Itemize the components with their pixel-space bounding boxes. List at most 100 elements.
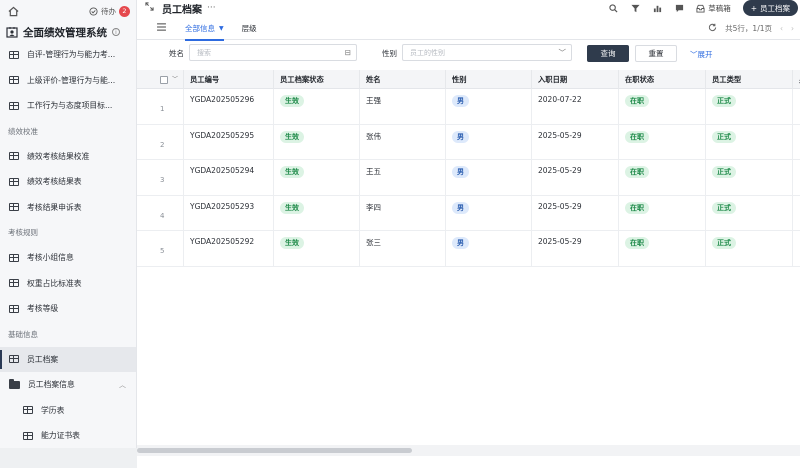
chart-icon[interactable] <box>652 3 662 13</box>
todo-button[interactable]: 待办 2 <box>89 5 130 17</box>
employee-type-badge: 正式 <box>712 201 736 214</box>
sidebar-item-superior-eval[interactable]: 上级评价-管理行为与能... <box>0 68 136 94</box>
gender-badge: 男 <box>452 95 469 107</box>
cell-status: 生效 <box>273 231 359 267</box>
cell-type: 正式 <box>705 89 792 125</box>
cell-status: 生效 <box>273 195 359 232</box>
next-page-icon[interactable]: › <box>791 24 794 33</box>
sidebar-item-calibration[interactable]: 绩效考核结果校准 <box>0 144 136 170</box>
sidebar-item-label: 权重占比标准表 <box>27 278 82 288</box>
search-icon[interactable] <box>608 3 618 13</box>
status-badge: 生效 <box>280 130 304 143</box>
column-header[interactable]: 在职状态 <box>618 70 705 89</box>
cell-gender: 男 <box>445 89 531 125</box>
sidebar-item-groups[interactable]: 考核小组信息 <box>0 245 136 271</box>
cell-id: YGDA202505293 <box>183 195 273 232</box>
status-badge: 生效 <box>280 95 304 107</box>
sidebar-item-label: 绩效考核结果表 <box>27 177 82 187</box>
tab-hierarchy[interactable]: 层级 <box>242 17 257 40</box>
refresh-icon[interactable] <box>708 23 717 34</box>
employee-name: 王强 <box>366 96 381 105</box>
row-number: 2 <box>160 140 165 149</box>
sidebar-item-appeals[interactable]: 考核结果申诉表 <box>0 195 136 221</box>
sidebar-item-employee-files[interactable]: 员工档案 <box>0 346 136 372</box>
sidebar-item-label: 绩效考核结果校准 <box>27 151 90 161</box>
cell-job-status: 在职 <box>618 195 705 232</box>
info-icon[interactable]: i <box>112 28 120 36</box>
job-status-badge: 在职 <box>625 166 649 179</box>
add-employee-file-button[interactable]: + 员工档案 <box>742 0 798 16</box>
cell-status: 生效 <box>273 124 359 161</box>
prev-page-icon[interactable]: ‹ <box>780 24 783 33</box>
column-header[interactable]: 员工档案状态 <box>273 70 359 89</box>
page-header: 员工档案 ··· 草稿箱 + 员工档案 <box>137 0 800 16</box>
add-button-label: 员工档案 <box>760 3 790 13</box>
column-header[interactable]: 员工类型 <box>705 70 792 89</box>
todo-count-badge: 2 <box>119 5 130 17</box>
folder-icon <box>9 378 20 389</box>
select-all-checkbox[interactable] <box>160 76 168 84</box>
horizontal-scrollbar[interactable] <box>137 445 800 456</box>
todo-label: 待办 <box>101 6 116 16</box>
cell-date: 2025-05-29 <box>531 231 618 267</box>
table-icon <box>9 101 19 110</box>
column-header[interactable]: 入职日期 <box>531 70 618 89</box>
job-status-badge: 在职 <box>625 201 649 214</box>
sidebar-item-education[interactable]: 学历表 <box>0 398 136 424</box>
scrollbar-thumb[interactable] <box>137 448 412 453</box>
row-number: 3 <box>160 176 165 185</box>
table-row[interactable]: 3 YGDA202505294 生效 王五 男 2025-05-29 在职 正式 <box>137 160 800 196</box>
expand-icon[interactable] <box>145 2 157 14</box>
hire-date: 2025-05-29 <box>538 237 582 247</box>
job-status-badge: 在职 <box>625 95 649 107</box>
sidebar-item-self-eval[interactable]: 自评-管理行为与能力考... <box>0 42 136 68</box>
sidebar-item-behavior-goals[interactable]: 工作行为与态度项目标... <box>0 93 136 119</box>
cell-status: 生效 <box>273 89 359 125</box>
employee-id: YGDA202505294 <box>190 166 255 176</box>
column-header[interactable]: 姓名 <box>359 70 445 89</box>
status-badge: 生效 <box>280 166 304 179</box>
sidebar-item-results[interactable]: 绩效考核结果表 <box>0 169 136 195</box>
sidebar-item-weights[interactable]: 权重占比标准表 <box>0 271 136 297</box>
comment-icon[interactable] <box>674 3 684 13</box>
column-header[interactable]: 员工编号 <box>183 70 273 89</box>
sidebar-item-label: 能力证书表 <box>41 431 80 441</box>
expand-filter-button[interactable]: ﹀展开 <box>690 49 713 60</box>
column-header[interactable]: 性别 <box>445 70 531 89</box>
home-icon[interactable] <box>6 4 20 18</box>
table-row[interactable]: 1 YGDA202505296 生效 王强 男 2020-07-22 在职 正式 <box>137 89 800 125</box>
name-search-input[interactable]: 搜索 ⊟ <box>189 44 357 61</box>
chevron-down-icon[interactable]: ﹀ <box>172 74 178 83</box>
reset-button[interactable]: 重置 <box>635 45 677 62</box>
record-count: 共5行，1/1页 <box>725 24 772 33</box>
sidebar-folder-employee-info[interactable]: 员工档案信息 ︿ <box>0 372 136 398</box>
table-row[interactable]: 2 YGDA202505295 生效 张伟 男 2025-05-29 在职 正式 <box>137 124 800 161</box>
hire-date: 2025-05-29 <box>538 201 582 211</box>
cell-extra <box>792 89 800 125</box>
gender-select-placeholder: 员工的性别 <box>410 48 445 57</box>
sidebar-item-grades[interactable]: 考核等级 <box>0 296 136 322</box>
search-options-icon[interactable]: ⊟ <box>345 48 351 57</box>
sidebar-item-certificates[interactable]: 能力证书表 <box>0 423 136 449</box>
cell-date: 2025-05-29 <box>531 124 618 161</box>
pagination: 共5行，1/1页 ‹ › <box>708 17 794 40</box>
cell-id: YGDA202505292 <box>183 231 273 267</box>
table-icon <box>9 203 19 212</box>
drafts-button[interactable]: 草稿箱 <box>696 3 731 14</box>
cell-date: 2025-05-29 <box>531 195 618 232</box>
row-number: 4 <box>160 211 165 220</box>
employee-id: YGDA202505292 <box>190 237 255 247</box>
status-badge: 生效 <box>280 237 304 250</box>
filter-icon[interactable] <box>630 3 640 13</box>
tab-all-info[interactable]: 全部信息 ▼ <box>185 17 224 41</box>
main-content: 员工档案 ··· 草稿箱 + 员工档案 全部信息 ▼ 层级 共5行，1/1页 ‹ <box>137 0 800 468</box>
column-header[interactable]: 身 <box>792 70 800 89</box>
table-icon <box>9 177 19 186</box>
table-icon <box>9 304 19 313</box>
table-row[interactable]: 4 YGDA202505293 生效 李四 男 2025-05-29 在职 正式 <box>137 195 800 232</box>
table-row[interactable]: 5 YGDA202505292 生效 张三 男 2025-05-29 在职 正式 <box>137 231 800 267</box>
gender-select[interactable]: 员工的性别 ﹀ <box>402 44 572 61</box>
query-button[interactable]: 查询 <box>587 45 629 62</box>
more-options-icon[interactable]: ··· <box>207 3 216 13</box>
menu-icon[interactable] <box>157 22 167 34</box>
